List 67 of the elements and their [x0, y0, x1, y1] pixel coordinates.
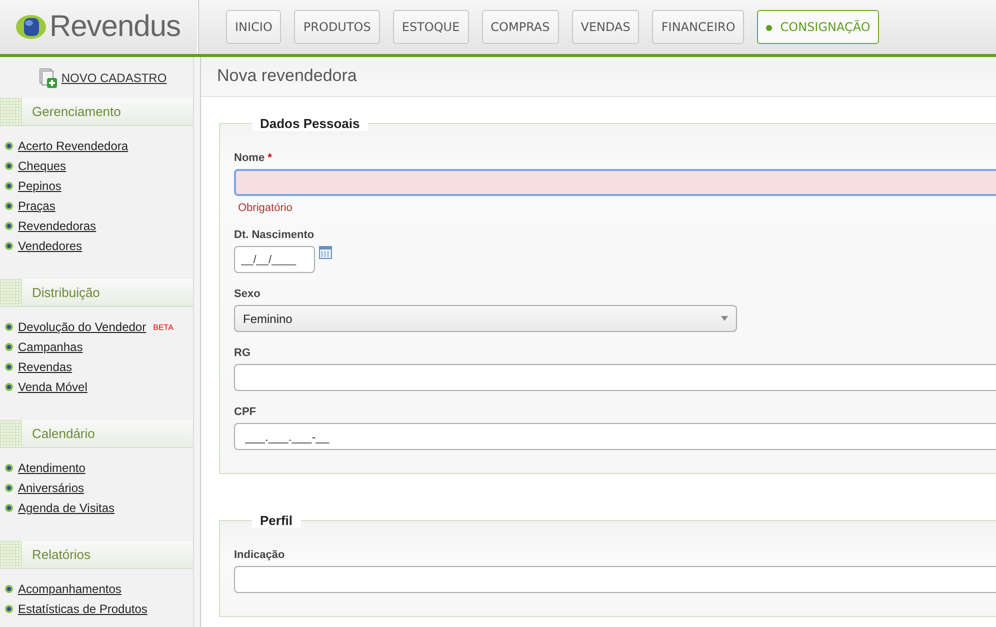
bullet-icon: [4, 483, 14, 493]
page-title: Nova revendedora: [201, 57, 996, 97]
nav-tab[interactable]: VENDAS: [572, 10, 640, 44]
bullet-icon: [4, 181, 14, 191]
menu-link[interactable]: Estatísticas de Produtos: [18, 602, 148, 616]
bullet-icon: [4, 161, 14, 171]
menu-link[interactable]: Devolução do Vendedor: [18, 320, 146, 334]
menu-link[interactable]: Revendedoras: [18, 219, 96, 233]
calendar-icon[interactable]: [319, 246, 332, 259]
menu-link[interactable]: Venda Móvel: [18, 380, 88, 394]
field-label: CPF: [234, 406, 256, 418]
nav-tab[interactable]: ESTOQUE: [392, 10, 469, 44]
field-label: Dt. Nascimento: [234, 229, 314, 241]
dropdown-arrow-icon: [721, 316, 728, 321]
menu-link[interactable]: Praças: [18, 199, 56, 213]
nav-tab[interactable]: FINANCEIRO: [652, 10, 744, 44]
bullet-icon: [4, 221, 14, 231]
field-label: RG: [234, 347, 250, 359]
bullet-icon: [4, 503, 14, 513]
bullet-icon: [4, 201, 14, 211]
new-record-link[interactable]: NOVO CADASTRO: [61, 70, 167, 84]
bullet-icon: [4, 322, 14, 332]
grid-pattern-icon: [0, 98, 22, 125]
fieldset-legend: Dados Pessoais: [252, 116, 368, 131]
select-field[interactable]: Feminino: [234, 305, 737, 332]
section-title: Calendário: [31, 425, 95, 443]
bullet-icon: [4, 342, 14, 352]
error-message: Obrigatório: [238, 202, 294, 214]
menu-link[interactable]: Campanhas: [18, 340, 83, 354]
input-field[interactable]: [234, 364, 996, 391]
section-title: Distribuição: [31, 284, 100, 302]
nav-tab[interactable]: PRODUTOS: [294, 10, 380, 44]
section-title: Relatórios: [31, 546, 91, 564]
date-field[interactable]: __/__/____: [234, 246, 315, 273]
menu-link[interactable]: Cheques: [18, 159, 66, 173]
bullet-icon: [4, 584, 14, 594]
grid-pattern-icon: [0, 420, 22, 447]
input-field[interactable]: ___.___.___-__: [234, 423, 996, 450]
fieldset-legend: Perfil: [252, 513, 301, 528]
new-document-icon: [38, 68, 58, 88]
grid-pattern-icon: [0, 541, 22, 568]
menu-link[interactable]: Agenda de Visitas: [18, 501, 115, 515]
menu-link[interactable]: Vendedores: [18, 239, 82, 253]
bullet-icon: [4, 362, 14, 372]
bullet-icon: [4, 382, 14, 392]
section-title: Gerenciamento: [31, 103, 121, 121]
bullet-icon: [4, 141, 14, 151]
nav-tab[interactable]: INICIO: [226, 10, 282, 44]
logo-icon: [16, 12, 46, 42]
menu-link[interactable]: Pepinos: [18, 179, 62, 193]
menu-link[interactable]: Aniversários: [18, 481, 84, 495]
bullet-icon: [4, 463, 14, 473]
menu-link[interactable]: Revendas: [18, 360, 72, 374]
beta-tag: BETA: [153, 322, 174, 332]
bullet-icon: [4, 604, 14, 614]
input-field[interactable]: [234, 169, 996, 196]
menu-link[interactable]: Acerto Revendedora: [18, 139, 128, 153]
menu-link[interactable]: Atendimento: [18, 461, 86, 475]
field-label: Sexo: [234, 288, 260, 300]
input-field[interactable]: [234, 566, 996, 593]
menu-link[interactable]: Acompanhamentos: [18, 582, 122, 596]
nav-tab[interactable]: COMPRAS: [482, 10, 559, 44]
field-label: Indicação: [234, 549, 285, 561]
logo-text: Revendus: [49, 10, 181, 44]
bullet-icon: [4, 241, 14, 251]
grid-pattern-icon: [0, 279, 22, 306]
field-label: Nome *: [234, 152, 272, 164]
